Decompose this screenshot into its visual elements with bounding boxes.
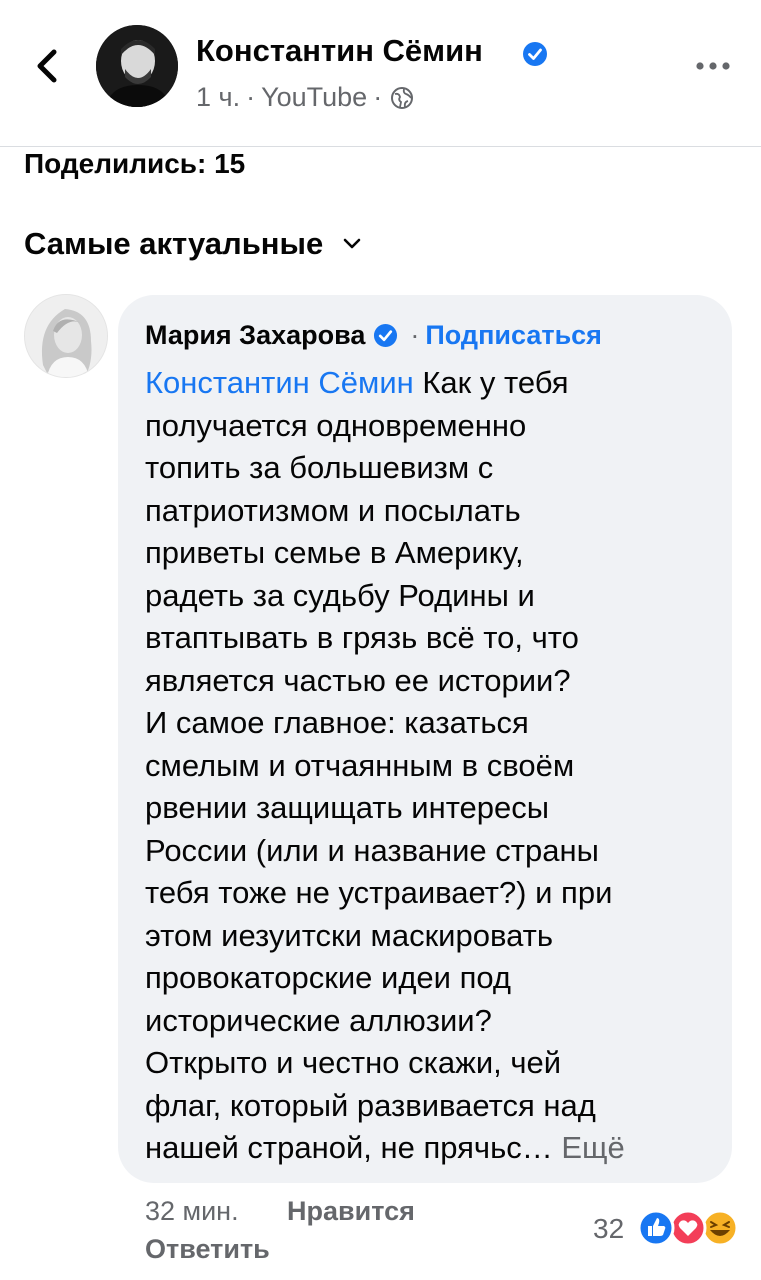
comment-line: топить за большевизм с <box>145 450 494 485</box>
comment-line-text: Как у тебя <box>413 365 569 400</box>
comment-line-text: нашей страной, не прячьс… <box>145 1130 553 1165</box>
reaction-count[interactable]: 32 <box>593 1213 624 1245</box>
comment-line: тебя тоже не устраивает?) и при <box>145 875 613 910</box>
page-name[interactable]: Константин Сёмин <box>196 33 483 69</box>
globe-icon <box>391 86 414 109</box>
avatar-photo <box>25 295 107 377</box>
comment-line: приветы семье в Америку, <box>145 535 524 570</box>
see-more-link[interactable]: Ещё <box>561 1130 624 1165</box>
shares-count[interactable]: Поделились: 15 <box>24 148 245 180</box>
verified-badge-icon <box>523 42 547 66</box>
comment-line: смелым и отчаянным в своём <box>145 747 575 783</box>
comment-line: нашей страной, не прячьс… Ещё <box>145 1127 715 1170</box>
comment-author[interactable]: Мария Захарова <box>145 320 365 351</box>
comment-line: Открыто и честно скажи, чей <box>145 1045 562 1080</box>
avatar-photo <box>96 25 178 107</box>
reactions-summary[interactable] <box>634 1208 744 1248</box>
comment-line: провокаторские идеи под <box>145 960 512 995</box>
subscribe-button[interactable]: Подписаться <box>425 320 602 351</box>
comment-line: радеть за судьбу Родины и <box>145 577 535 613</box>
comment-sort-dropdown[interactable]: Самые актуальные <box>24 226 363 262</box>
comment-line: является частью ее истории? <box>145 662 571 698</box>
love-reaction-icon <box>669 1209 707 1247</box>
back-button[interactable] <box>28 44 68 88</box>
comment-line: рвении защищать интересы <box>145 790 550 825</box>
like-reaction-icon <box>637 1209 675 1247</box>
verified-badge-icon <box>374 323 398 348</box>
chevron-left-icon <box>37 49 57 83</box>
comment-line: Константин Сёмин Как у тебя <box>145 362 715 405</box>
post-source: YouTube <box>261 82 368 112</box>
reply-button[interactable]: Ответить <box>145 1234 270 1265</box>
sort-label: Самые актуальные <box>24 226 324 261</box>
comment-line: исторические аллюзии? <box>145 1002 492 1038</box>
chevron-down-icon <box>343 238 361 249</box>
like-button[interactable]: Нравится <box>287 1196 415 1227</box>
haha-reaction-icon <box>701 1209 739 1247</box>
comment-line: патриотизмом и посылать <box>145 492 521 528</box>
comment-line: получается одновременно <box>145 407 527 443</box>
comment-time[interactable]: 32 мин. <box>145 1196 239 1227</box>
meta-separator: · <box>246 82 256 112</box>
page-avatar[interactable] <box>96 25 178 107</box>
comment-line: этом иезуитски маскировать <box>145 917 553 953</box>
commenter-avatar[interactable] <box>24 294 108 378</box>
comment-line: флаг, который развивается над <box>145 1087 596 1123</box>
comment-text: Константин Сёмин Как у тебя получается о… <box>145 362 715 1170</box>
mention-link[interactable]: Константин Сёмин <box>145 365 414 400</box>
header-divider <box>0 146 761 147</box>
comment-line: России (или и название страны <box>145 832 599 868</box>
post-time[interactable]: 1 ч. <box>196 82 240 113</box>
comment-header: Мария Захарова · Подписаться <box>145 320 602 351</box>
comment-line: И самое главное: казаться <box>145 705 529 740</box>
separator: · <box>410 320 420 350</box>
more-options-icon[interactable] <box>694 56 732 76</box>
comment-line: втаптывать в грязь всё то, что <box>145 620 579 655</box>
meta-separator: · <box>373 82 383 112</box>
post-meta: 1 ч. · YouTube · <box>196 82 414 113</box>
